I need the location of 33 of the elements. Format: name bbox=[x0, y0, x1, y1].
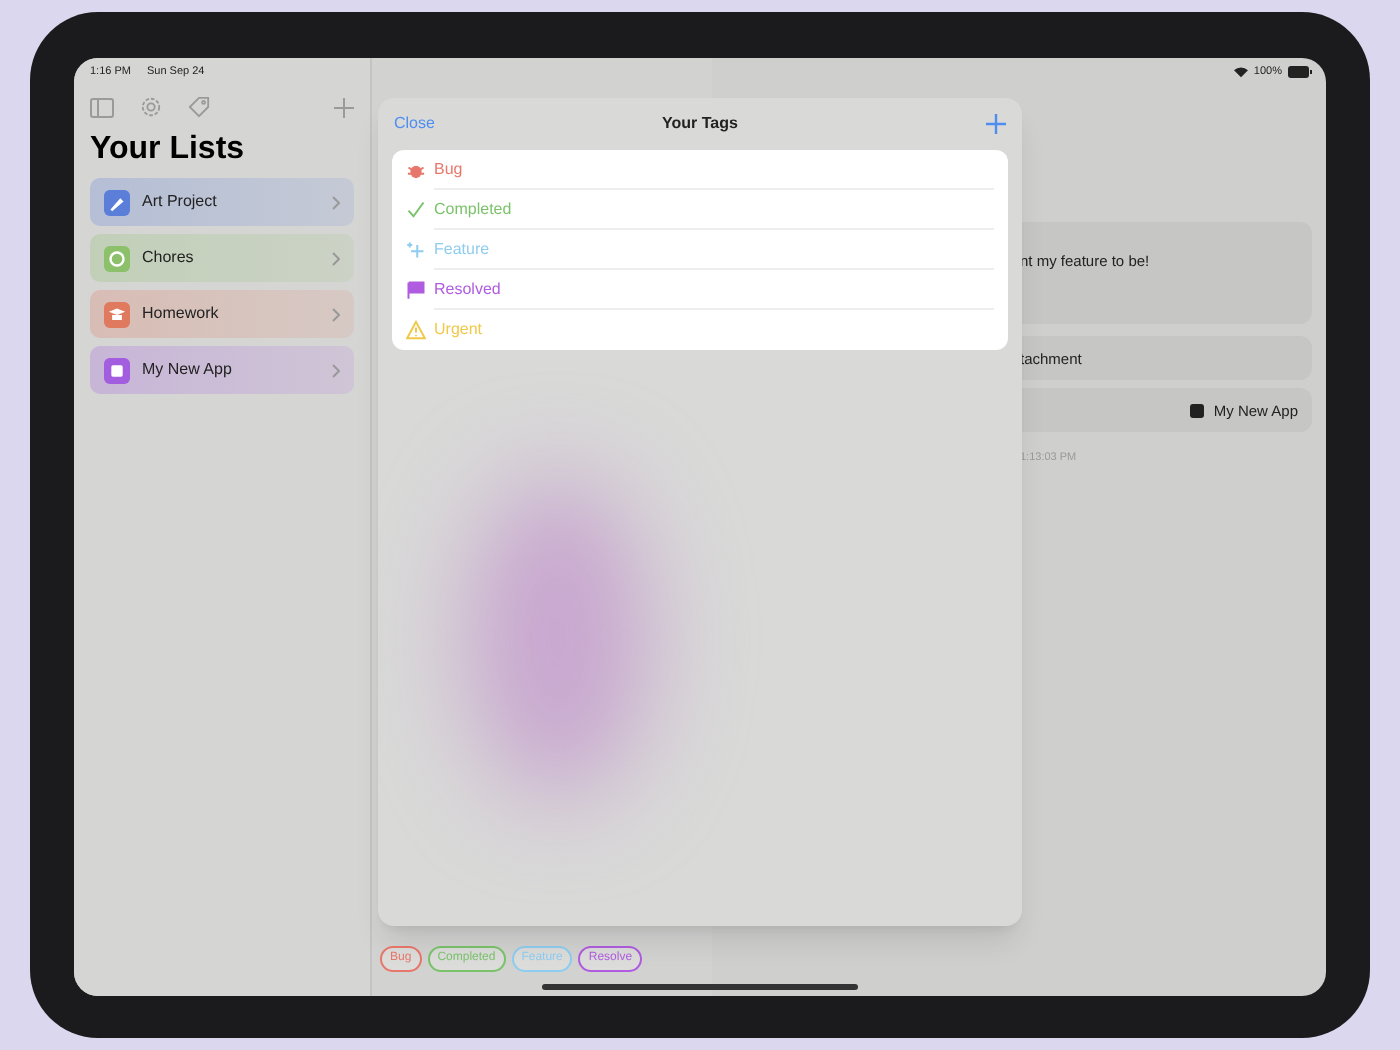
sparkle-icon bbox=[406, 240, 426, 260]
tag-icon[interactable] bbox=[188, 96, 210, 119]
list-row[interactable]: Art Project bbox=[90, 178, 354, 227]
cap-list-icon bbox=[104, 301, 130, 328]
list-name: Homework bbox=[142, 302, 219, 327]
brush-list-icon bbox=[104, 189, 130, 216]
list-name: My New App bbox=[142, 358, 232, 383]
settings-icon[interactable] bbox=[140, 96, 162, 119]
square-list-icon bbox=[104, 357, 130, 384]
chevron-icon bbox=[332, 363, 340, 378]
add-icon[interactable] bbox=[334, 97, 354, 118]
chevron-icon bbox=[332, 307, 340, 322]
add-icon[interactable] bbox=[986, 114, 1006, 134]
flag-icon bbox=[406, 280, 426, 300]
sidebar-toggle-icon[interactable] bbox=[90, 97, 114, 118]
chevron-icon bbox=[332, 251, 340, 266]
bug-icon bbox=[406, 160, 426, 180]
tag-row[interactable]: Urgent bbox=[392, 310, 1008, 350]
checkmark-icon bbox=[406, 200, 426, 220]
warning-icon bbox=[406, 320, 426, 340]
list-row[interactable]: Chores bbox=[90, 234, 354, 283]
sidebar-title: Your Lists bbox=[90, 130, 247, 171]
wifi-icon bbox=[1233, 66, 1248, 79]
list-name: Art Project bbox=[142, 190, 217, 215]
chevron-icon bbox=[332, 195, 340, 210]
list-row[interactable]: My New App bbox=[90, 346, 354, 395]
app-square-icon bbox=[1189, 403, 1204, 418]
close-button[interactable]: Close bbox=[394, 112, 435, 136]
tag-name: Urgent bbox=[434, 318, 485, 342]
list-row[interactable]: Homework bbox=[90, 290, 354, 339]
sheet-title: Your Tags bbox=[662, 112, 738, 136]
list-name: Chores bbox=[142, 246, 194, 271]
battery-icon bbox=[1288, 66, 1312, 79]
